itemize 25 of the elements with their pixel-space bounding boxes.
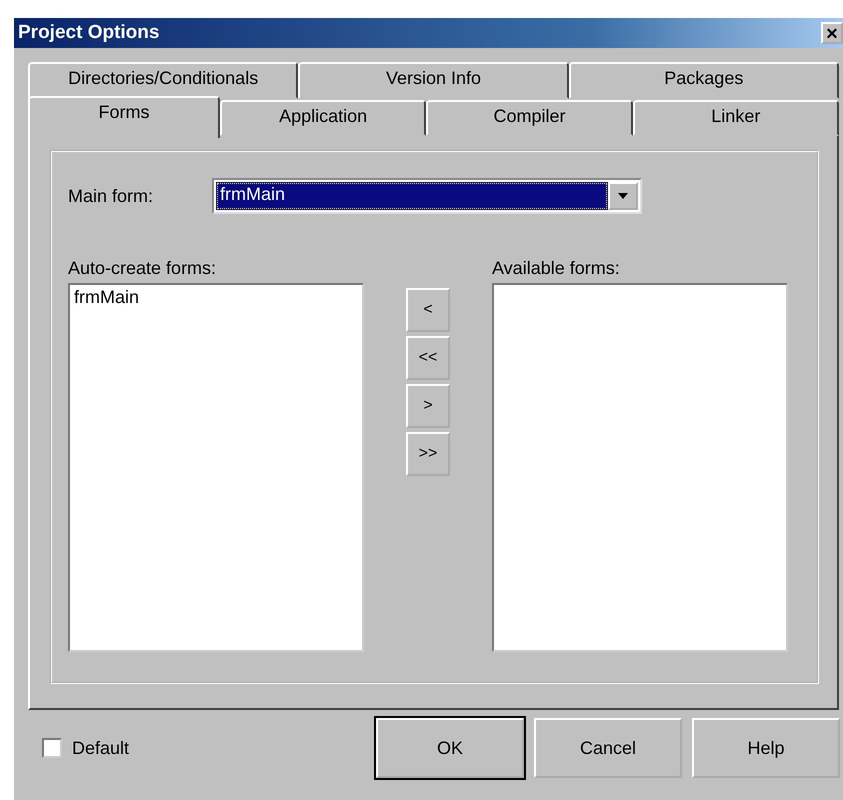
tab[interactable]: Forms [28, 96, 220, 138]
close-button[interactable]: × [821, 22, 843, 44]
default-checkbox[interactable] [42, 738, 62, 758]
tab[interactable]: Application [220, 100, 426, 136]
tab[interactable]: Version Info [298, 62, 569, 99]
default-label: Default [72, 738, 130, 758]
tab[interactable]: Compiler [426, 100, 633, 136]
list-item[interactable]: frmMain [74, 287, 358, 308]
dialog-button[interactable]: Cancel [534, 718, 682, 778]
auto-create-label: Auto-create forms: [68, 258, 218, 279]
auto-create-list[interactable]: frmMain [68, 283, 364, 652]
move-button[interactable]: > [406, 384, 450, 428]
dropdown-arrow-icon [618, 193, 628, 199]
dialog-button[interactable]: OK [376, 718, 524, 778]
dialog-button[interactable]: Help [692, 718, 840, 778]
window-title: Project Options [18, 22, 160, 44]
move-button[interactable]: < [406, 288, 450, 332]
tab[interactable]: Packages [568, 62, 839, 99]
main-form-label: Main form: [68, 186, 154, 206]
move-button[interactable]: >> [406, 432, 450, 476]
available-forms-label: Available forms: [492, 258, 621, 279]
main-form-dropdown[interactable]: frmMain [212, 178, 642, 214]
move-button[interactable]: << [406, 336, 450, 380]
tab[interactable]: Directories/Conditionals [28, 62, 298, 99]
tab[interactable]: Linker [632, 100, 839, 136]
